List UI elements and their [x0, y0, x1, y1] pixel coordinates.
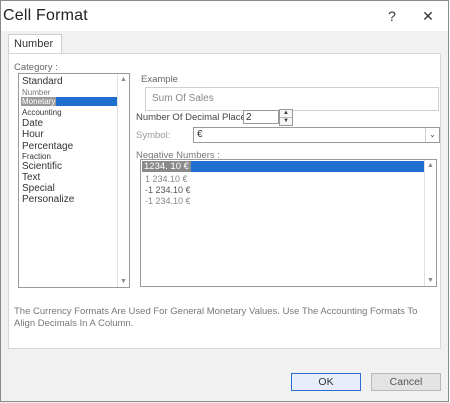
category-item-standard[interactable]: Standard [22, 76, 63, 87]
category-item-monetary[interactable]: Monetary [21, 97, 118, 106]
negative-item-2[interactable]: 1 234.10 € [145, 174, 188, 184]
category-item-hour[interactable]: Hour [22, 129, 44, 140]
category-item-personalize[interactable]: Personalize [22, 194, 74, 205]
category-item-special[interactable]: Special [22, 183, 55, 194]
category-item-date[interactable]: Date [22, 118, 43, 129]
stepper-down-icon[interactable]: ▼ [280, 117, 292, 125]
decimal-places-stepper[interactable]: ▲ ▼ [279, 109, 293, 126]
cell-format-dialog: Cell Format ? ✕ Number Category : Standa… [0, 0, 449, 402]
decimal-places-label: Number Of Decimal Places: [136, 112, 254, 123]
example-value: Sum Of Sales [152, 93, 214, 104]
decimal-places-input[interactable]: 2 [243, 110, 279, 124]
category-item-text[interactable]: Text [22, 172, 40, 183]
symbol-select[interactable]: € ⌄ [193, 127, 440, 143]
category-item-fraction[interactable]: Fraction [22, 152, 51, 161]
negative-item-3[interactable]: -1 234.10 € [145, 185, 191, 195]
symbol-value: € [197, 129, 203, 140]
category-list[interactable]: Standard Number Monetary Accounting Date… [18, 73, 130, 288]
category-item-accounting[interactable]: Accounting [22, 108, 62, 117]
category-item-number[interactable]: Number [22, 88, 50, 97]
stepper-up-icon[interactable]: ▲ [280, 110, 292, 117]
example-label: Example [141, 74, 178, 85]
category-label: Category : [14, 62, 58, 73]
cancel-button[interactable]: Cancel [371, 373, 441, 391]
dialog-title: Cell Format [3, 7, 88, 24]
category-item-percentage[interactable]: Percentage [22, 141, 73, 152]
number-panel: Category : Standard Number Monetary Acco… [8, 53, 441, 349]
format-description: The Currency Formats Are Used For Genera… [14, 306, 418, 329]
tab-number[interactable]: Number [8, 34, 62, 54]
help-button[interactable]: ? [379, 5, 405, 27]
negative-scrollbar[interactable]: ▲ ▼ [424, 160, 436, 286]
title-bar: Cell Format ? ✕ [1, 1, 448, 31]
symbol-label: Symbol: [136, 130, 171, 141]
ok-button[interactable]: OK [291, 373, 361, 391]
negative-item-1[interactable]: 1234. 10 € [142, 161, 425, 172]
negative-item-4[interactable]: -1 234.10 € [145, 196, 191, 206]
negative-numbers-list[interactable]: 1234. 10 € 1 234.10 € -1 234.10 € -1 234… [140, 159, 437, 287]
example-box: Sum Of Sales [145, 87, 439, 111]
tab-strip: Number [8, 34, 441, 54]
category-item-scientific[interactable]: Scientific [22, 161, 62, 172]
scroll-up-icon[interactable]: ▲ [119, 75, 128, 84]
scroll-up-icon[interactable]: ▲ [426, 161, 435, 170]
chevron-down-icon[interactable]: ⌄ [425, 128, 439, 142]
scroll-down-icon[interactable]: ▼ [426, 276, 435, 285]
scroll-down-icon[interactable]: ▼ [119, 277, 128, 286]
close-button[interactable]: ✕ [415, 5, 441, 27]
category-scrollbar[interactable]: ▲ ▼ [117, 74, 129, 287]
